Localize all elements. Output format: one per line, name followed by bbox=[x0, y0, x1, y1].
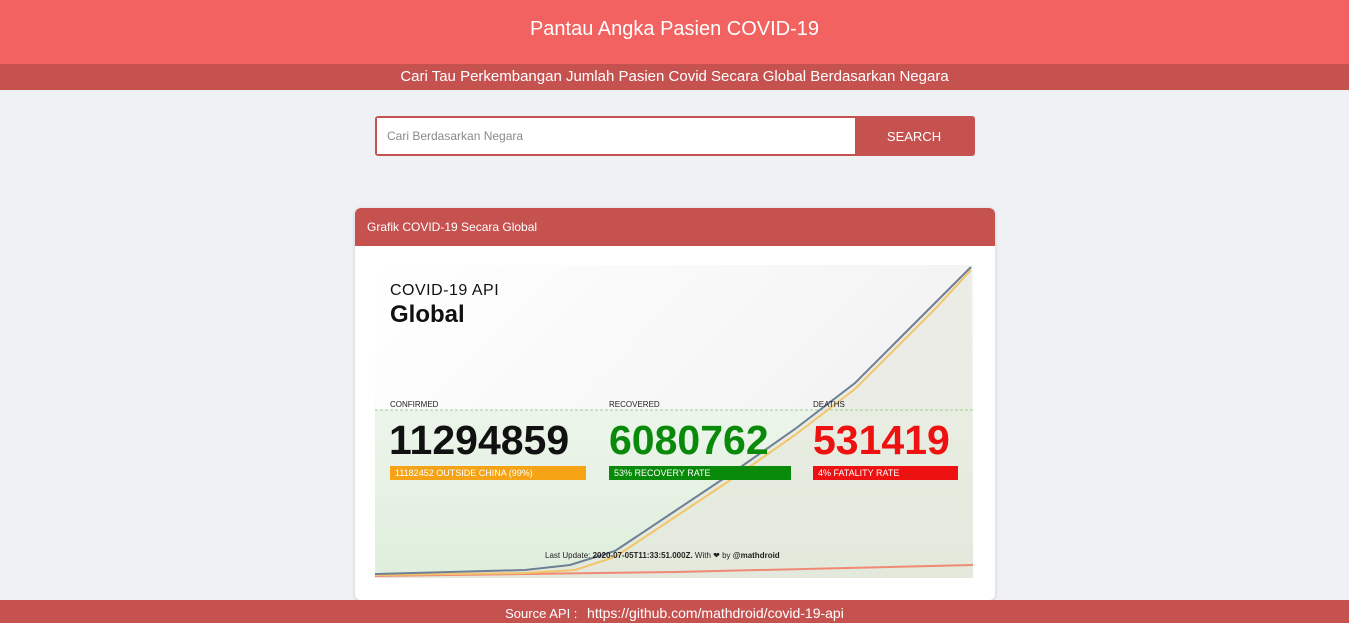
with-text: With bbox=[694, 551, 711, 560]
heart-icon: ❤ bbox=[713, 551, 720, 560]
global-chart-card: Grafik COVID-19 Secara Global COVID-19 A… bbox=[355, 208, 995, 600]
search-button[interactable]: SEARCH bbox=[855, 118, 973, 154]
card-title: Grafik COVID-19 Secara Global bbox=[355, 208, 995, 246]
last-update-value: 2020-07-05T11:33:51.000Z. bbox=[592, 551, 693, 560]
deaths-label: DEATHS bbox=[813, 400, 845, 409]
author-handle: @mathdroid bbox=[732, 551, 780, 560]
source-api-link[interactable]: https://github.com/mathdroid/covid-19-ap… bbox=[587, 605, 844, 621]
deaths-sub-bar: 4% FATALITY RATE bbox=[813, 466, 958, 480]
covid-global-chart-image: COVID-19 API Global CONFIRMED RECOVERED … bbox=[375, 265, 973, 578]
search-input[interactable] bbox=[377, 118, 855, 154]
recovered-label: RECOVERED bbox=[609, 400, 660, 409]
region-label: Global bbox=[390, 301, 465, 328]
by-text: by bbox=[722, 551, 731, 560]
footer: Source API : https://github.com/mathdroi… bbox=[0, 600, 1349, 623]
top-header: Pantau Angka Pasien COVID-19 bbox=[0, 0, 1349, 64]
confirmed-label: CONFIRMED bbox=[390, 400, 439, 409]
api-label: COVID-19 API bbox=[390, 282, 500, 299]
confirmed-sub-bar: 11182452 OUTSIDE CHINA (99%) bbox=[390, 466, 586, 480]
last-update-note: Last Update: 2020-07-05T11:33:51.000Z. W… bbox=[545, 551, 780, 560]
deaths-value: 531419 bbox=[813, 417, 950, 463]
last-update-prefix: Last Update: bbox=[545, 551, 591, 560]
recovered-sub-bar: 53% RECOVERY RATE bbox=[609, 466, 791, 480]
search-bar: SEARCH bbox=[375, 116, 975, 156]
page-subtitle: Cari Tau Perkembangan Jumlah Pasien Covi… bbox=[0, 64, 1349, 90]
page-title: Pantau Angka Pasien COVID-19 bbox=[529, 18, 820, 40]
confirmed-value: 11294859 bbox=[389, 417, 570, 463]
footer-label: Source API : bbox=[505, 606, 578, 621]
recovered-value: 6080762 bbox=[609, 417, 769, 463]
